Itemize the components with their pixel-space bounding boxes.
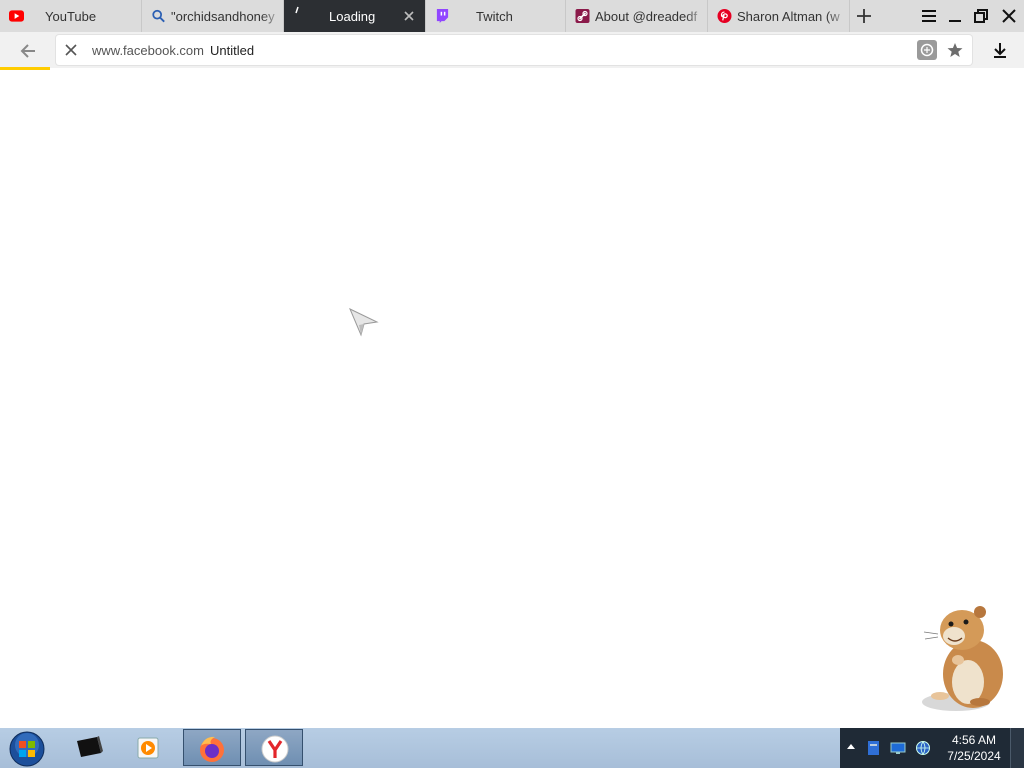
tab-youtube[interactable]: YouTube — [0, 0, 142, 32]
terminal-icon — [77, 736, 103, 757]
volume-globe-icon[interactable] — [915, 740, 931, 756]
taskbar: 4:56 AM 7/25/2024 — [0, 728, 1024, 768]
tab-label: YouTube — [45, 9, 97, 24]
stop-loading-icon[interactable] — [63, 42, 79, 58]
close-window-icon[interactable] — [997, 4, 1021, 28]
new-tab-icon[interactable] — [850, 4, 878, 28]
system-tray: 4:56 AM 7/25/2024 — [840, 728, 1010, 768]
link-icon — [575, 9, 590, 23]
tab-fade — [827, 0, 849, 32]
bookmark-star-icon[interactable] — [945, 40, 965, 60]
tab-search[interactable]: "orchidsandhoney — [142, 0, 284, 32]
firefox-icon — [200, 736, 224, 762]
youtube-icon — [9, 10, 24, 22]
clock-date: 7/25/2024 — [947, 749, 1001, 763]
url-host: www.facebook.com — [92, 43, 204, 58]
notification-icon[interactable] — [866, 740, 882, 756]
address-bar[interactable]: www.facebook.com Untitled — [56, 35, 972, 65]
taskbar-app-yandex-browser[interactable] — [245, 729, 303, 766]
restore-icon[interactable] — [969, 4, 993, 28]
taskbar-app-terminal[interactable] — [60, 729, 118, 766]
tab-label: "orchidsandhoney — [171, 9, 275, 24]
show-desktop-button[interactable] — [1010, 728, 1024, 768]
taskbar-app-firefox[interactable] — [183, 729, 241, 766]
taskbar-app-media-player[interactable] — [120, 729, 178, 766]
tab-label: About @dreadedf — [595, 9, 698, 24]
show-hidden-icons-icon[interactable] — [846, 742, 856, 752]
minimize-icon[interactable] — [943, 4, 967, 28]
start-button-icon[interactable] — [4, 729, 50, 767]
tab-label: Loading — [329, 9, 376, 24]
network-icon[interactable] — [890, 741, 906, 755]
tab-pinterest[interactable]: Sharon Altman (w — [708, 0, 850, 32]
tab-twitch[interactable]: Twitch — [426, 0, 566, 32]
yandex-browser-icon — [261, 735, 289, 763]
tab-fade — [685, 0, 707, 32]
tab-loading[interactable]: Loading — [284, 0, 426, 32]
loading-spinner-icon — [295, 6, 299, 14]
media-player-icon — [137, 737, 159, 759]
menu-icon[interactable] — [917, 4, 941, 28]
tab-label: Sharon Altman (w — [737, 9, 840, 24]
hamster-mascot-icon — [922, 606, 1003, 711]
close-tab-icon[interactable] — [401, 8, 417, 24]
tab-about[interactable]: About @dreadedf — [566, 0, 708, 32]
system-clock[interactable]: 4:56 AM 7/25/2024 — [940, 732, 1008, 764]
page-title: Untitled — [210, 43, 255, 58]
clock-time: 4:56 AM — [951, 733, 997, 747]
tab-fade — [261, 0, 283, 32]
tab-strip: YouTube "orchidsandhoney Loading Twitch — [0, 0, 1024, 32]
protect-shield-icon[interactable] — [917, 40, 937, 60]
mouse-cursor-icon — [349, 307, 379, 337]
back-arrow-icon[interactable] — [12, 40, 44, 62]
search-icon — [152, 9, 165, 23]
tab-label: Twitch — [476, 9, 513, 24]
navigation-bar: www.facebook.com Untitled — [0, 32, 1024, 68]
url-text[interactable]: www.facebook.com Untitled — [92, 43, 254, 58]
page-content — [0, 70, 1024, 728]
pinterest-icon — [717, 9, 732, 23]
download-icon[interactable] — [988, 38, 1012, 62]
twitch-icon — [436, 9, 449, 23]
